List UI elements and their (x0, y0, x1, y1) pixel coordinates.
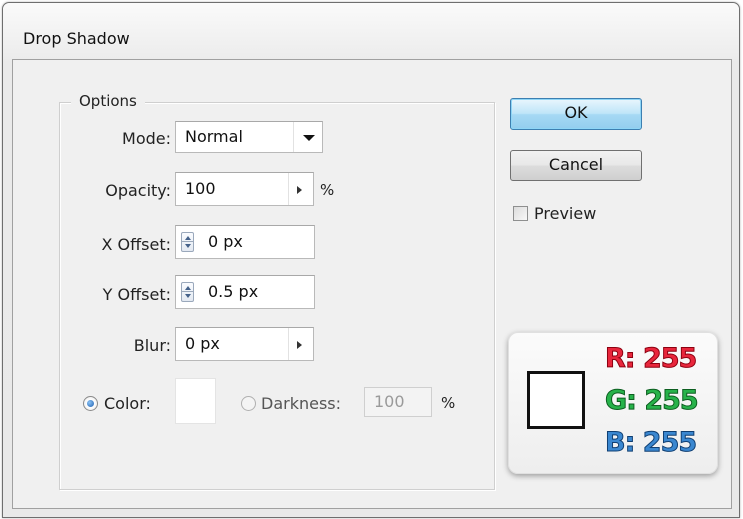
x-offset-spinner-icon[interactable] (181, 232, 194, 252)
window-title: Drop Shadow (23, 29, 130, 48)
opacity-slider-arrow-icon[interactable] (297, 186, 302, 194)
darkness-value: 100 (374, 392, 405, 411)
blur-value: 0 px (185, 334, 220, 353)
color-info-card: R: 255 G: 255 B: 255 (508, 332, 718, 474)
options-legend: Options (71, 92, 145, 110)
darkness-unit: % (441, 394, 456, 412)
mode-value: Normal (185, 127, 243, 146)
y-offset-value: 0.5 px (208, 282, 259, 301)
mode-select[interactable]: Normal (175, 121, 323, 153)
opacity-unit: % (320, 181, 335, 199)
color-preview-swatch (527, 371, 585, 429)
ok-button-label: OK (564, 103, 588, 122)
darkness-input[interactable]: 100 (364, 387, 432, 417)
preview-checkbox[interactable] (513, 206, 528, 221)
color-label: Color: (104, 394, 151, 413)
mode-label: Mode: (122, 129, 171, 148)
y-offset-label: Y Offset: (102, 285, 171, 304)
chevron-down-icon[interactable] (303, 135, 315, 141)
opacity-value: 100 (185, 179, 216, 198)
x-offset-input[interactable]: 0 px (175, 225, 315, 259)
color-radio[interactable] (83, 396, 98, 411)
preview-label: Preview (534, 204, 597, 223)
darkness-radio[interactable] (241, 396, 256, 411)
darkness-label: Darkness: (261, 394, 342, 413)
green-value: G: 255 (605, 385, 700, 417)
blur-label: Blur: (133, 336, 171, 355)
red-value: R: 255 (604, 343, 697, 375)
x-offset-value: 0 px (208, 232, 243, 251)
drop-shadow-dialog: Drop Shadow Options Mode: Normal Opacity… (2, 2, 740, 518)
y-offset-spinner-icon[interactable] (181, 282, 194, 302)
blur-slider-arrow-icon[interactable] (297, 341, 302, 349)
title-bar[interactable]: Drop Shadow (3, 3, 739, 59)
color-swatch[interactable] (175, 378, 216, 424)
opacity-input[interactable]: 100 (175, 172, 314, 206)
dialog-body: Options Mode: Normal Opacity: 100 % X Of… (12, 59, 732, 509)
opacity-label: Opacity: (105, 181, 171, 200)
blue-value: B: 255 (604, 427, 697, 459)
y-offset-input[interactable]: 0.5 px (175, 275, 315, 309)
x-offset-label: X Offset: (101, 235, 171, 254)
cancel-button-label: Cancel (548, 155, 604, 174)
ok-button[interactable]: OK (510, 98, 642, 130)
cancel-button[interactable]: Cancel (510, 150, 642, 181)
blur-input[interactable]: 0 px (175, 327, 314, 361)
